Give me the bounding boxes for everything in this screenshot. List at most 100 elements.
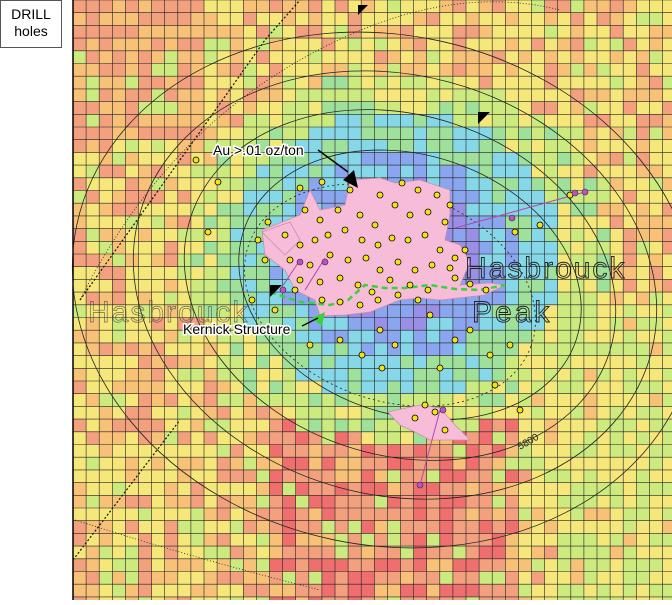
drill-hole-dot [363,255,369,261]
drill-hole-dot [355,282,361,288]
drill-hole-dot [437,247,443,253]
drill-hole-dot [347,187,353,193]
drill-hole-dot [432,409,438,415]
drill-hole-dot [487,352,493,358]
drill-hole-dot [292,287,298,293]
drill-hole-dot [452,275,458,281]
drill-hole-dot [357,302,363,308]
drill-collar-dot [509,215,515,221]
drill-hole-dot [317,279,323,285]
drill-hole-dot [442,219,448,225]
drill-hole-dot [399,180,405,186]
place-name-peak-bottom: Peak [472,296,552,329]
drill-hole-dot [392,202,398,208]
drill-hole-dot [427,312,433,318]
drill-hole-dot [317,217,323,223]
drill-hole-dot [377,267,383,273]
drill-hole-dot [337,275,343,281]
drill-hole-dot [412,267,418,273]
drill-hole-dot [512,229,518,235]
drill-hole-dot [377,192,383,198]
drill-hole-dot [319,297,325,303]
drill-hole-dot [325,232,331,238]
drill-hole-dot [429,262,435,268]
drill-hole-dot [392,342,398,348]
drill-hole-dot [262,257,268,263]
drill-hole-dot [452,255,458,261]
drill-hole-dot [193,157,199,163]
drill-hole-dot [265,219,271,225]
drill-collar-dot [572,190,578,196]
drill-hole-dot [359,352,365,358]
drill-hole-dot [537,222,543,228]
drill-hole-dot [359,237,365,243]
drill-hole-dot [335,207,341,213]
drill-hole-dot [452,337,458,343]
drill-hole-dot [312,237,318,243]
drill-hole-dot [342,227,348,233]
drill-hole-dot [345,257,351,263]
drill-collar-dot [280,287,286,293]
drill-hole-dot [415,297,421,303]
drill-hole-dot [492,382,498,388]
legend-line-1: DRILL [1,6,61,23]
drill-hole-dot [297,277,303,283]
drill-hole-dot [437,365,443,371]
drill-collar-dot [440,407,446,413]
drill-hole-dot [387,277,393,283]
drill-hole-dot [307,262,313,268]
au-threshold-label: Au >.01 oz/ton [213,142,304,158]
drill-collar-dot [582,189,588,195]
drill-hole-dot [337,337,343,343]
drill-hole-dot [447,265,453,271]
place-name-left: Hasbrouck [88,296,249,329]
drill-collar-dot [322,259,328,265]
drill-hole-dot [375,242,381,248]
drill-hole-dot [369,289,375,295]
drill-hole-dot [407,212,413,218]
drill-hole-dot [483,287,489,293]
drill-hole-dot [415,187,421,193]
drill-hole-dot [377,327,383,333]
drill-collar-dot [297,259,303,265]
place-name-peak-top: Hasbrouck [465,252,626,285]
drill-hole-dot [395,292,401,298]
drill-hole-dot [405,237,411,243]
drill-hole-dot [425,287,431,293]
drill-hole-dot [337,299,343,305]
drill-hole-dot [379,365,385,371]
drill-hole-dot [372,222,378,228]
drill-collar-dot [417,482,423,488]
drill-hole-dot [412,415,418,421]
geologic-map: Au >.01 oz/ton Kernick Structure Hasbrou… [0,0,672,600]
drill-hole-dot [407,282,413,288]
drill-hole-dot [357,212,363,218]
drill-hole-dot [507,342,513,348]
map-canvas: Au >.01 oz/ton Kernick Structure Hasbrou… [0,0,672,600]
drill-hole-dot [272,307,278,313]
drill-hole-dot [517,407,523,413]
drill-hole-dot [425,209,431,215]
drill-hole-dot [249,297,255,303]
drill-hole-dot [422,402,428,408]
drill-hole-dot [307,342,313,348]
drill-hole-dot [282,232,288,238]
drill-hole-dot [389,235,395,241]
drill-hole-dot [395,259,401,265]
drill-hole-dot [297,185,303,191]
drill-hole-dot [442,427,448,433]
legend-line-2: holes [1,23,61,40]
drill-hole-dot [375,297,381,303]
drill-hole-dot [422,232,428,238]
drill-hole-dot [215,179,221,185]
drill-hole-dot [327,252,333,258]
drill-hole-dot [434,192,440,198]
drill-hole-dot [205,229,211,235]
drill-hole-dot [319,179,325,185]
drill-hole-dot [255,237,261,243]
drill-hole-dot [287,257,293,263]
drill-hole-dot [297,242,303,248]
drill-hole-dot [302,207,308,213]
legend-box: DRILL holes [0,0,62,48]
drill-hole-dot [447,202,453,208]
